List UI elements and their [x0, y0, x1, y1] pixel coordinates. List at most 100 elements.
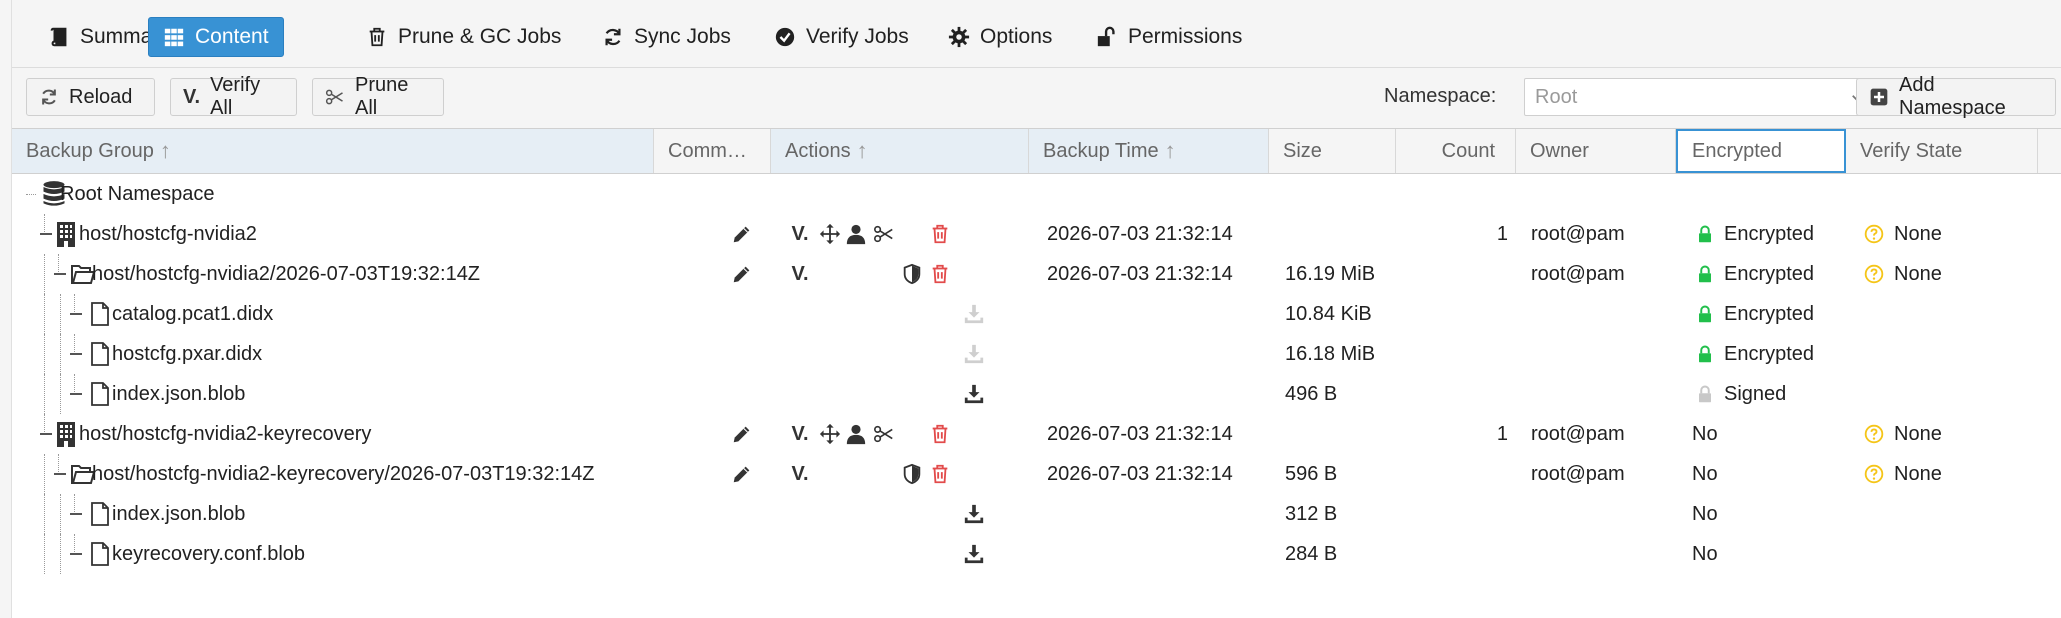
download-icon[interactable] [962, 542, 986, 566]
tab-label: Verify Jobs [806, 25, 909, 48]
move-icon[interactable] [818, 422, 842, 446]
building-icon [54, 414, 78, 454]
prune-scissors-icon[interactable] [872, 222, 896, 246]
delete-trash-icon[interactable] [928, 262, 952, 286]
tab-label: Permissions [1128, 25, 1243, 48]
collapse-toggle[interactable] [54, 273, 66, 275]
verify-state: None [1894, 462, 1942, 485]
file-row[interactable]: index.json.blob 312 B No [12, 494, 2061, 534]
reload-button[interactable]: Reload [26, 78, 155, 116]
column-header-comment[interactable]: Comm… [654, 129, 771, 173]
delete-trash-icon[interactable] [928, 422, 952, 446]
download-icon[interactable] [962, 502, 986, 526]
verify-icon: V. [183, 85, 201, 108]
backup-name: host/hostcfg-nvidia2-keyrecovery/2026-07… [92, 462, 595, 485]
tab-verify-jobs[interactable]: Verify Jobs [760, 17, 923, 57]
prune-scissors-icon[interactable] [872, 422, 896, 446]
verify-all-button[interactable]: V. Verify All [170, 74, 297, 119]
file-row[interactable]: index.json.blob 496 B Signed [12, 374, 2061, 414]
verify-icon[interactable]: V. [788, 222, 812, 246]
column-header-actions[interactable]: Actions ↑ [771, 129, 1029, 173]
collapse-toggle[interactable] [40, 433, 52, 435]
column-header-owner[interactable]: Owner [1516, 129, 1676, 173]
column-header-verify-state[interactable]: Verify State [1846, 129, 2038, 173]
edit-comment-pencil-icon[interactable] [730, 262, 754, 286]
question-circle-icon [1864, 254, 1884, 294]
verify-state: None [1894, 422, 1942, 445]
tab-sync-jobs[interactable]: Sync Jobs [588, 17, 745, 57]
backup-time: 2026-07-03 21:32:14 [1047, 222, 1233, 245]
column-label: Size [1283, 139, 1322, 162]
backup-size: 496 B [1285, 382, 1338, 405]
column-header-count[interactable]: Count [1396, 129, 1516, 173]
protected-shield-icon[interactable] [900, 462, 924, 486]
file-row[interactable]: hostcfg.pxar.didx 16.18 MiB Encrypted [12, 334, 2061, 374]
protected-shield-icon[interactable] [900, 262, 924, 286]
namespace-select[interactable]: Root [1524, 78, 1880, 116]
tree-connector [70, 513, 82, 515]
prune-all-label: Prune All [355, 74, 409, 119]
file-row[interactable]: keyrecovery.conf.blob 284 B No [12, 534, 2061, 574]
add-namespace-button[interactable]: Add Namespace [1856, 74, 2056, 119]
column-label: Count [1441, 139, 1495, 162]
encryption-state: Encrypted [1724, 262, 1815, 285]
column-header-encrypted[interactable]: Encrypted [1676, 129, 1846, 173]
delete-trash-icon[interactable] [928, 222, 952, 246]
tree-connector [60, 294, 61, 334]
trash-icon [366, 26, 388, 48]
tree-connector [44, 454, 45, 494]
snapshot-row[interactable]: host/hostcfg-nvidia2-keyrecovery/2026-07… [12, 454, 2061, 494]
question-circle-icon [1864, 214, 1884, 254]
check-circle-icon [774, 26, 796, 48]
sync-icon [602, 26, 624, 48]
change-owner-user-icon[interactable] [844, 422, 868, 446]
change-owner-user-icon[interactable] [844, 222, 868, 246]
encryption-state: No [1692, 542, 1718, 565]
delete-trash-icon[interactable] [928, 462, 952, 486]
tab-permissions[interactable]: Permissions [1082, 17, 1256, 57]
column-header-backup-time[interactable]: Backup Time ↑ [1029, 129, 1269, 173]
column-header-backup-group[interactable]: Backup Group ↑ [12, 129, 654, 173]
edit-comment-pencil-icon[interactable] [730, 222, 754, 246]
tab-prune-gc-jobs[interactable]: Prune & GC Jobs [352, 17, 575, 57]
edit-comment-pencil-icon[interactable] [730, 462, 754, 486]
column-label: Actions [785, 139, 851, 162]
backup-size: 10.84 KiB [1285, 302, 1372, 325]
tab-content[interactable]: Content [148, 17, 284, 57]
verify-icon[interactable]: V. [788, 262, 812, 286]
tree-connector [58, 254, 59, 274]
snapshot-row[interactable]: host/hostcfg-nvidia2/2026-07-03T19:32:14… [12, 254, 2061, 294]
namespace-row[interactable]: Root Namespace [12, 174, 2061, 214]
download-icon[interactable] [962, 342, 986, 366]
datastore-content-panel: Summary Content Prune & GC Jobs Sync Job… [0, 0, 2061, 618]
tab-options[interactable]: Options [934, 17, 1066, 57]
reload-label: Reload [69, 85, 133, 108]
tree-connector [44, 494, 45, 534]
verify-state: None [1894, 222, 1942, 245]
backup-size: 596 B [1285, 462, 1338, 485]
group-row[interactable]: host/hostcfg-nvidia2-keyrecovery V. 2026-0… [12, 414, 2061, 454]
collapse-toggle[interactable] [54, 473, 66, 475]
verify-all-label: Verify All [210, 74, 261, 119]
column-header-size[interactable]: Size [1269, 129, 1396, 173]
tree-connector [26, 194, 36, 195]
file-row[interactable]: catalog.pcat1.didx 10.84 KiB Encrypted [12, 294, 2061, 334]
move-icon[interactable] [818, 222, 842, 246]
lock-icon [1696, 374, 1714, 414]
prune-all-button[interactable]: Prune All [312, 74, 444, 119]
download-icon[interactable] [962, 382, 986, 406]
collapse-toggle[interactable] [40, 233, 52, 235]
tree-connector [44, 374, 45, 414]
verify-icon[interactable]: V. [788, 462, 812, 486]
tree-connector [70, 313, 82, 315]
backup-name: hostcfg.pxar.didx [112, 342, 263, 365]
tree-connector [58, 454, 59, 474]
toolbar: Reload V. Verify All Prune All Namespace… [12, 68, 2061, 128]
group-row[interactable]: host/hostcfg-nvidia2 V. 2026-07-03 21:32:1… [12, 214, 2061, 254]
backup-size: 16.19 MiB [1285, 262, 1376, 285]
verify-icon[interactable]: V. [788, 422, 812, 446]
download-icon[interactable] [962, 302, 986, 326]
edit-comment-pencil-icon[interactable] [730, 422, 754, 446]
backup-time: 2026-07-03 21:32:14 [1047, 262, 1233, 285]
verify-state: None [1894, 262, 1942, 285]
